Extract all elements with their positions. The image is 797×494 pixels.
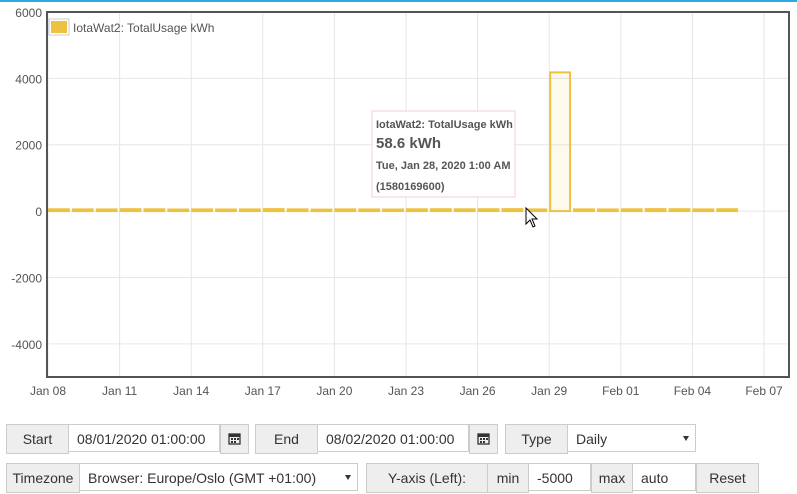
y-tick-label: -4000 [11, 338, 42, 352]
tooltip-series: IotaWat2: TotalUsage kWh [376, 119, 513, 131]
x-tick-label: Jan 11 [102, 384, 137, 398]
x-tick-label: Feb 04 [674, 384, 712, 398]
type-select-value: Daily [576, 431, 608, 447]
x-tick-label: Jan 26 [460, 384, 496, 398]
y-tick-label: 0 [35, 205, 42, 219]
bar[interactable] [238, 208, 261, 213]
bar[interactable] [334, 208, 357, 213]
ymin-label: min [487, 463, 529, 493]
x-axis-ticks: Jan 08 Jan 11 Jan 14 Jan 17 Jan 20 Jan 23 Jan … [30, 384, 783, 398]
bar[interactable] [620, 208, 643, 213]
bar[interactable] [406, 208, 428, 213]
bar[interactable] [429, 208, 452, 213]
end-calendar-button[interactable] [469, 424, 498, 454]
x-tick-label: Feb 01 [602, 384, 640, 398]
timezone-select[interactable]: Browser: Europe/Oslo (GMT +01:00) [79, 463, 358, 491]
bar[interactable] [310, 208, 333, 213]
y-axis-ticks: 6000 4000 2000 0 -2000 -4000 [11, 6, 42, 352]
y-tick-label: 2000 [15, 139, 42, 153]
legend-label: IotaWat2: TotalUsage kWh [73, 21, 214, 35]
tooltip: IotaWat2: TotalUsage kWh 58.6 kWh Tue, J… [371, 110, 516, 198]
bar[interactable] [167, 208, 190, 213]
ymax-input[interactable]: auto [632, 463, 696, 491]
x-tick-label: Feb 07 [745, 384, 783, 398]
bar[interactable] [453, 208, 476, 213]
x-tick-label: Jan 08 [30, 384, 66, 398]
bar[interactable] [286, 208, 309, 213]
usage-chart[interactable]: 6000400020000-2000-4000 Jan 08 Jan 11 Jan … [0, 0, 797, 400]
end-date-input[interactable]: 08/02/2020 01:00:00 [317, 424, 469, 452]
start-calendar-button[interactable] [220, 424, 249, 454]
y-tick-label: -2000 [11, 271, 42, 285]
y-tick-label: 4000 [15, 72, 42, 86]
legend-swatch [51, 21, 67, 33]
x-tick-label: Jan 29 [531, 384, 567, 398]
bar[interactable] [215, 208, 237, 213]
bar[interactable] [692, 208, 715, 213]
bar[interactable] [477, 208, 500, 213]
bar[interactable] [143, 208, 166, 213]
bar[interactable] [716, 208, 739, 213]
chevron-down-icon [345, 475, 351, 480]
timezone-label: Timezone [6, 463, 80, 493]
type-select[interactable]: Daily [567, 424, 696, 452]
calendar-icon [477, 433, 490, 445]
bar[interactable] [596, 208, 619, 213]
x-tick-label: Jan 17 [245, 384, 281, 398]
timezone-select-value: Browser: Europe/Oslo (GMT +01:00) [88, 470, 317, 486]
bar[interactable] [191, 208, 214, 213]
start-label: Start [6, 424, 69, 454]
chevron-down-icon [683, 436, 689, 441]
x-tick-label: Jan 20 [316, 384, 352, 398]
tooltip-value: 58.6 kWh [376, 135, 441, 152]
x-tick-label: Jan 23 [388, 384, 424, 398]
x-tick-label: Jan 14 [173, 384, 209, 398]
yaxis-label: Y-axis (Left): [366, 463, 488, 493]
bar[interactable] [119, 208, 142, 213]
tooltip-timestamp: (1580169600) [376, 181, 445, 193]
y-tick-label: 6000 [15, 6, 42, 20]
bar[interactable] [48, 208, 70, 213]
start-date-input[interactable]: 08/01/2020 01:00:00 [68, 424, 220, 452]
reset-button[interactable]: Reset [696, 463, 759, 493]
ymax-label: max [591, 463, 633, 493]
bar[interactable] [668, 208, 691, 213]
legend: IotaWat2: TotalUsage kWh [48, 18, 214, 36]
bar[interactable] [382, 208, 404, 213]
bar[interactable] [71, 208, 94, 213]
type-label: Type [505, 424, 568, 454]
end-label: End [255, 424, 318, 454]
bar[interactable] [549, 71, 572, 213]
ymin-input[interactable]: -5000 [528, 463, 591, 491]
tooltip-date: Tue, Jan 28, 2020 1:00 AM [376, 160, 511, 172]
bar[interactable] [262, 208, 285, 213]
bar[interactable] [644, 208, 667, 213]
bar[interactable] [501, 208, 524, 213]
bar[interactable] [95, 208, 118, 213]
bar[interactable] [573, 208, 595, 213]
calendar-icon [228, 433, 241, 445]
bar[interactable] [358, 208, 381, 213]
